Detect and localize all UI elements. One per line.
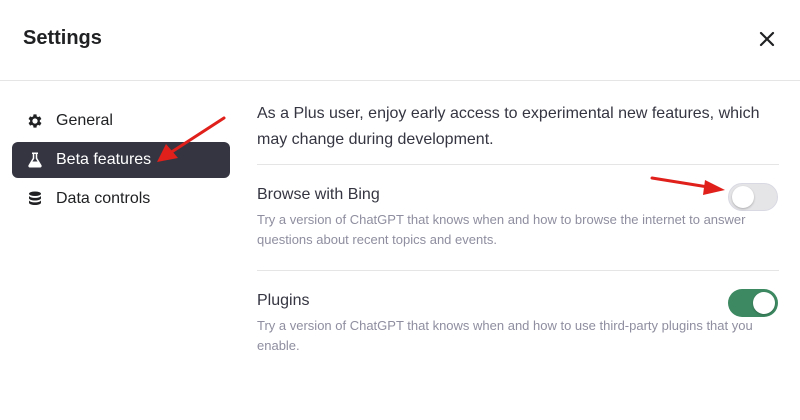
intro-text: As a Plus user, enjoy early access to ex…	[257, 101, 779, 165]
feature-browse-with-bing: Browse with Bing Try a version of ChatGP…	[257, 165, 779, 271]
plugins-toggle[interactable]	[728, 289, 778, 317]
flask-icon	[25, 150, 45, 170]
gear-icon	[25, 111, 45, 131]
feature-name: Browse with Bing	[257, 186, 380, 203]
sidebar-item-label: General	[56, 112, 113, 129]
browse-with-bing-toggle[interactable]	[728, 183, 778, 211]
page-title: Settings	[23, 27, 102, 49]
settings-header: Settings	[0, 0, 800, 81]
toggle-knob	[732, 186, 754, 208]
feature-plugins: Plugins Try a version of ChatGPT that kn…	[257, 271, 779, 371]
sidebar-item-general[interactable]: General	[12, 103, 230, 139]
feature-description: Try a version of ChatGPT that knows when…	[257, 318, 753, 353]
close-button[interactable]	[756, 28, 778, 50]
sidebar-item-label: Data controls	[56, 190, 151, 207]
close-icon	[759, 31, 775, 47]
sidebar-item-data-controls[interactable]: Data controls	[12, 181, 230, 217]
sidebar-item-label: Beta features	[56, 151, 152, 168]
feature-description: Try a version of ChatGPT that knows when…	[257, 212, 746, 247]
toggle-knob	[753, 292, 775, 314]
sidebar-item-beta-features[interactable]: Beta features	[12, 142, 230, 178]
settings-sidebar: General Beta features Data controls	[12, 103, 230, 220]
database-icon	[25, 189, 45, 209]
feature-name: Plugins	[257, 292, 310, 309]
beta-features-panel: As a Plus user, enjoy early access to ex…	[257, 101, 779, 371]
